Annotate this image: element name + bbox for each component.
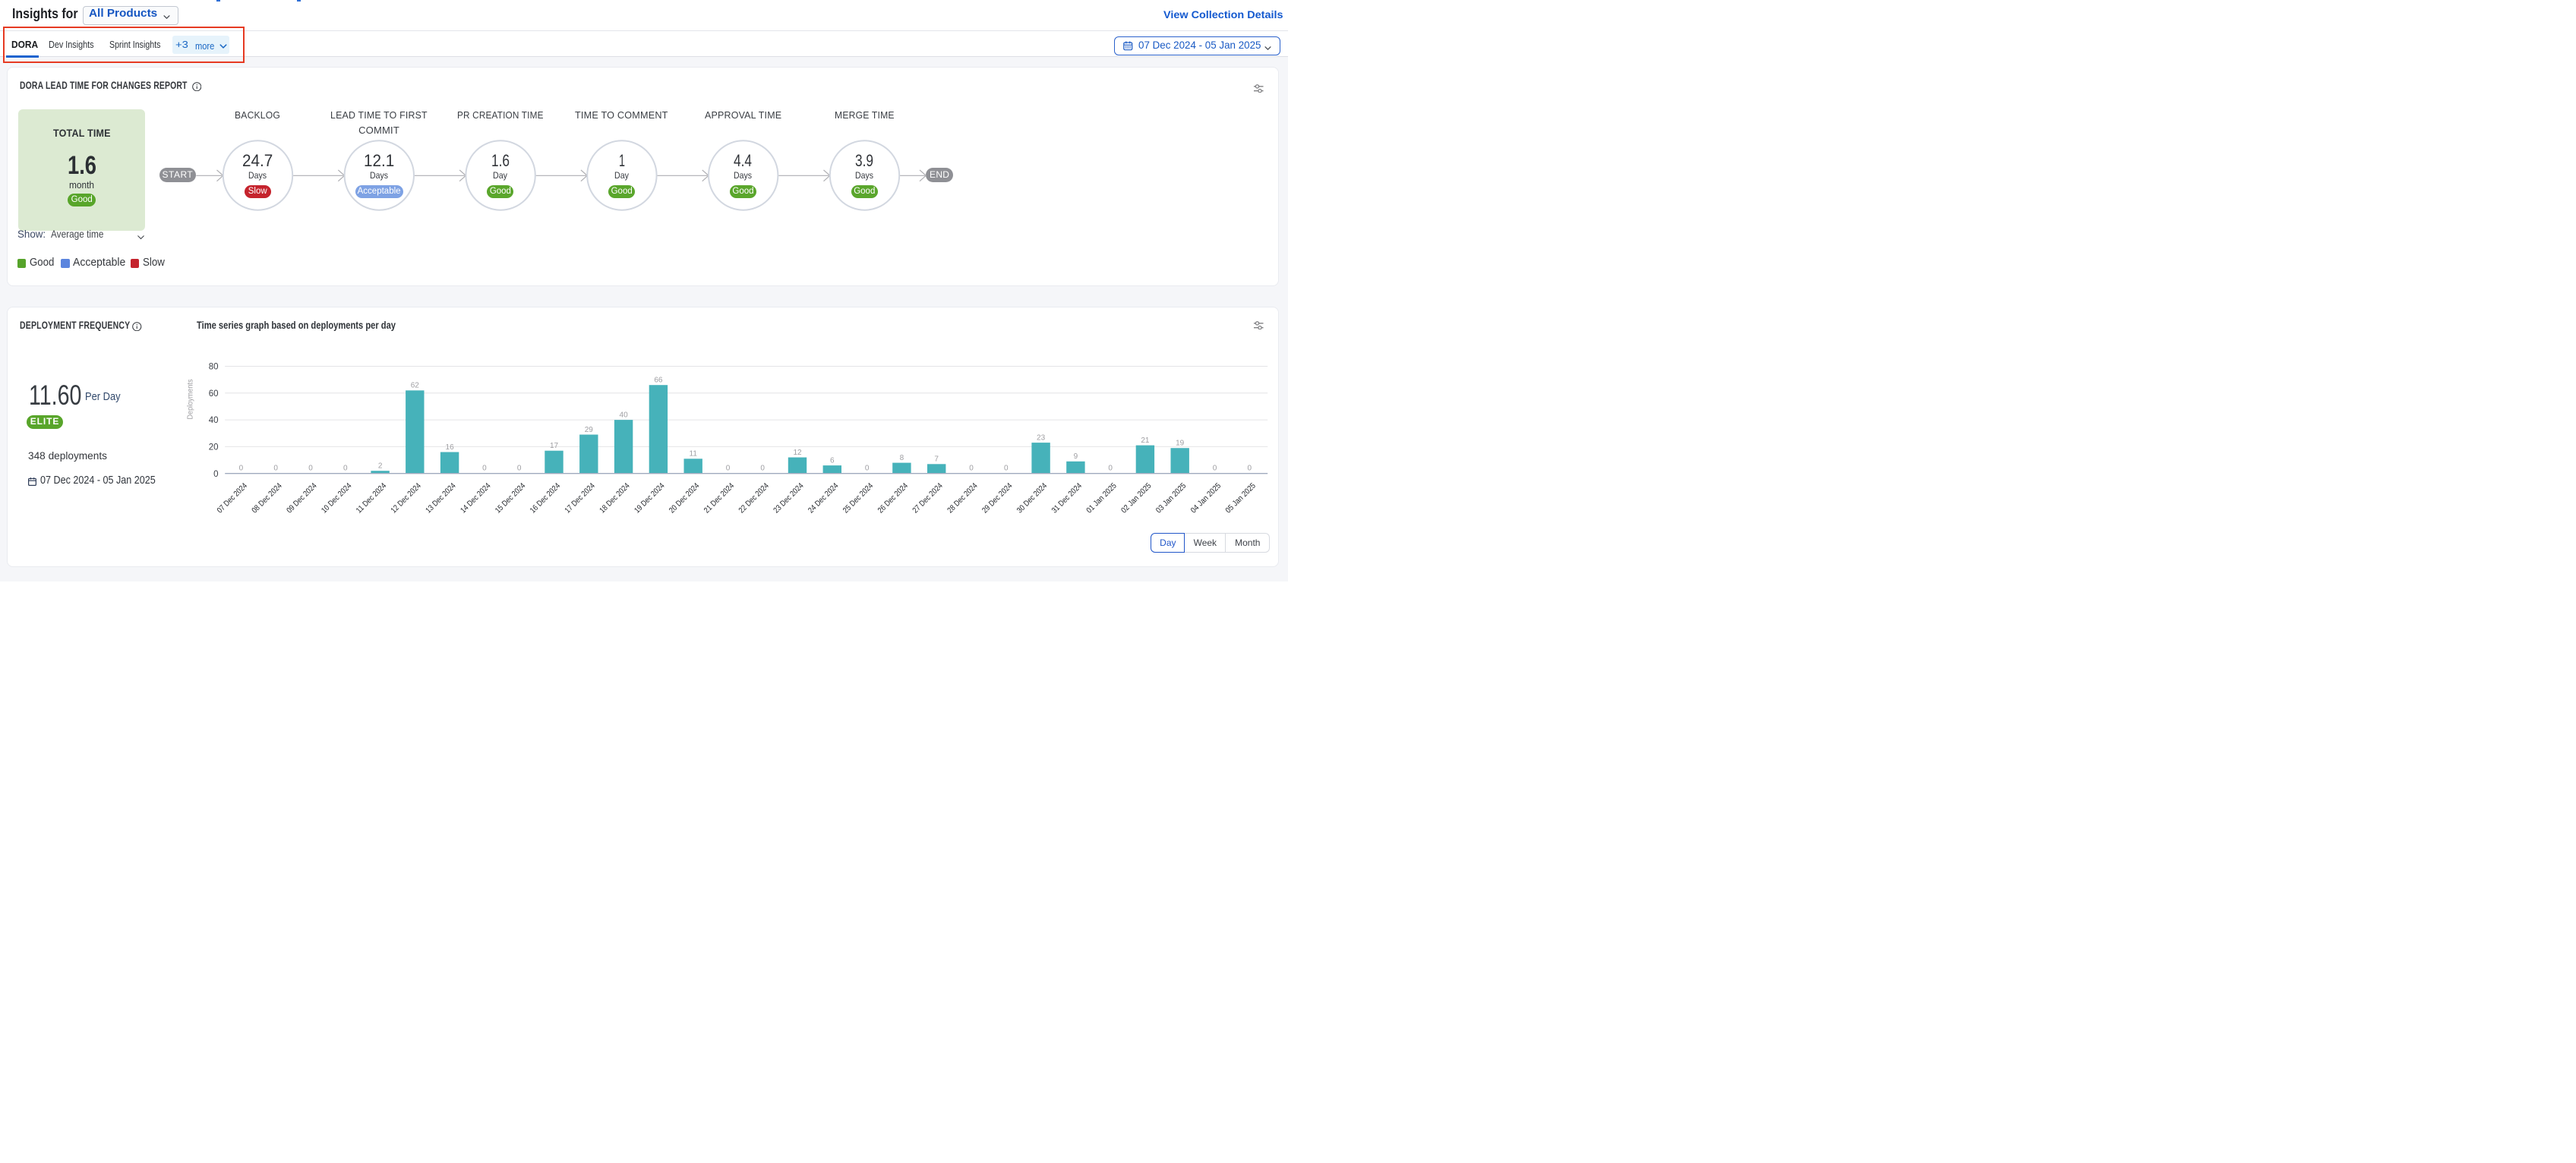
- svg-text:8: 8: [899, 454, 904, 462]
- svg-text:0: 0: [969, 465, 974, 473]
- svg-text:26 Dec 2024: 26 Dec 2024: [876, 481, 910, 515]
- svg-text:17 Dec 2024: 17 Dec 2024: [563, 481, 597, 515]
- svg-text:15 Dec 2024: 15 Dec 2024: [494, 481, 528, 515]
- svg-text:27 Dec 2024: 27 Dec 2024: [911, 481, 945, 515]
- svg-text:29: 29: [585, 426, 594, 434]
- svg-text:09 Dec 2024: 09 Dec 2024: [285, 481, 319, 515]
- svg-text:16: 16: [445, 443, 454, 452]
- svg-text:40: 40: [619, 411, 628, 420]
- svg-text:25 Dec 2024: 25 Dec 2024: [841, 481, 875, 515]
- svg-text:66: 66: [654, 377, 663, 385]
- svg-text:0: 0: [726, 465, 731, 473]
- svg-text:12: 12: [793, 449, 802, 457]
- svg-text:10 Dec 2024: 10 Dec 2024: [320, 481, 354, 515]
- svg-text:29 Dec 2024: 29 Dec 2024: [980, 481, 1015, 515]
- svg-text:0: 0: [308, 465, 313, 473]
- svg-text:17: 17: [550, 442, 559, 450]
- svg-text:6: 6: [830, 457, 835, 465]
- svg-text:7: 7: [934, 455, 939, 464]
- svg-text:23: 23: [1037, 434, 1046, 443]
- svg-text:40: 40: [209, 416, 219, 425]
- svg-text:04 Jan 2025: 04 Jan 2025: [1189, 481, 1223, 515]
- svg-text:01 Jan 2025: 01 Jan 2025: [1084, 481, 1119, 515]
- svg-text:28 Dec 2024: 28 Dec 2024: [945, 481, 980, 515]
- svg-text:9: 9: [1073, 452, 1078, 461]
- svg-text:12 Dec 2024: 12 Dec 2024: [389, 481, 423, 515]
- svg-text:02 Jan 2025: 02 Jan 2025: [1119, 481, 1154, 515]
- svg-text:20 Dec 2024: 20 Dec 2024: [668, 481, 702, 515]
- svg-text:18 Dec 2024: 18 Dec 2024: [598, 481, 632, 515]
- svg-text:11 Dec 2024: 11 Dec 2024: [354, 481, 388, 515]
- svg-text:31 Dec 2024: 31 Dec 2024: [1050, 481, 1084, 515]
- svg-text:03 Jan 2025: 03 Jan 2025: [1154, 481, 1189, 515]
- svg-text:14 Dec 2024: 14 Dec 2024: [459, 481, 493, 515]
- svg-text:22 Dec 2024: 22 Dec 2024: [737, 481, 771, 515]
- svg-text:0: 0: [238, 465, 243, 473]
- svg-text:0: 0: [273, 465, 278, 473]
- svg-text:0: 0: [865, 465, 870, 473]
- svg-text:24 Dec 2024: 24 Dec 2024: [807, 481, 841, 515]
- svg-text:0: 0: [343, 465, 348, 473]
- svg-text:0: 0: [213, 470, 218, 479]
- svg-text:Deployments: Deployments: [185, 380, 194, 420]
- svg-text:07 Dec 2024: 07 Dec 2024: [215, 481, 249, 515]
- svg-text:21 Dec 2024: 21 Dec 2024: [702, 481, 736, 515]
- svg-text:19: 19: [1176, 440, 1185, 448]
- svg-text:16 Dec 2024: 16 Dec 2024: [528, 481, 562, 515]
- svg-text:05 Jan 2025: 05 Jan 2025: [1223, 481, 1258, 515]
- svg-text:80: 80: [209, 363, 219, 372]
- svg-text:21: 21: [1141, 437, 1150, 445]
- svg-text:19 Dec 2024: 19 Dec 2024: [633, 481, 667, 515]
- svg-text:0: 0: [1247, 465, 1252, 473]
- svg-text:11: 11: [689, 450, 697, 459]
- svg-text:0: 0: [1108, 465, 1113, 473]
- svg-text:60: 60: [209, 389, 219, 399]
- svg-text:62: 62: [411, 382, 420, 390]
- svg-text:30 Dec 2024: 30 Dec 2024: [1015, 481, 1049, 515]
- svg-text:20: 20: [209, 443, 219, 452]
- svg-text:0: 0: [1213, 465, 1217, 473]
- svg-text:23 Dec 2024: 23 Dec 2024: [772, 481, 806, 515]
- svg-text:0: 0: [1004, 465, 1009, 473]
- svg-text:2: 2: [378, 462, 383, 471]
- svg-text:0: 0: [482, 465, 487, 473]
- svg-text:13 Dec 2024: 13 Dec 2024: [424, 481, 458, 515]
- svg-text:0: 0: [517, 465, 522, 473]
- svg-text:08 Dec 2024: 08 Dec 2024: [250, 481, 284, 515]
- svg-text:0: 0: [760, 465, 765, 473]
